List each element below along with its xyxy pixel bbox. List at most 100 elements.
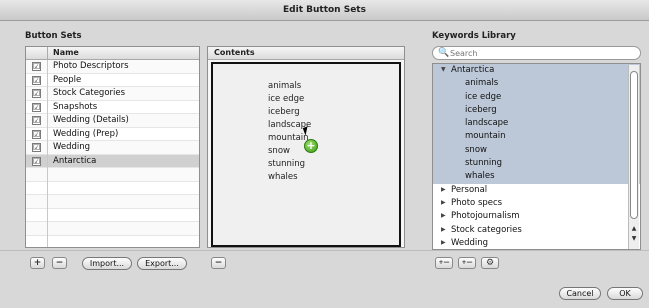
library-keyword[interactable]: whales (433, 170, 640, 184)
disclosure-closed-icon[interactable]: ▶ (441, 199, 446, 206)
add-child-keyword-button[interactable]: +— (458, 257, 476, 269)
remove-button-set-button[interactable]: − (52, 257, 67, 269)
enabled-checkbox[interactable]: ☑ (32, 75, 41, 85)
enabled-checkbox[interactable]: ☑ (32, 143, 41, 152)
enabled-checkbox[interactable]: ☑ (32, 102, 41, 112)
button-sets-heading: Button Sets (25, 31, 82, 41)
empty-row (26, 182, 199, 195)
enabled-checkbox[interactable]: ☑ (32, 116, 41, 125)
empty-row (26, 222, 199, 236)
enabled-checkbox[interactable]: ☑ (32, 89, 41, 98)
keyword-group[interactable]: ▶ Photo specs (433, 197, 640, 210)
keyword-label: Photojournalism (451, 211, 520, 222)
disclosure-open-icon[interactable]: ▼ (441, 66, 446, 73)
contents-keyword[interactable]: snow (268, 146, 290, 156)
library-keyword[interactable]: ice edge (433, 90, 640, 104)
contents-header: Contents (208, 47, 404, 60)
empty-row (26, 236, 199, 248)
library-keyword[interactable]: mountain (433, 130, 640, 144)
keyword-label: whales (465, 171, 495, 182)
button-set-row[interactable]: ☑ Stock Categories (26, 87, 199, 101)
button-set-row[interactable]: ☑ Snapshots (26, 101, 199, 114)
contents-drop-area[interactable]: animals ice edge iceberg landscape mountain s… (211, 62, 401, 247)
disclosure-closed-icon[interactable]: ▶ (441, 239, 446, 246)
library-keyword[interactable]: snow (433, 143, 640, 158)
contents-panel: Contents animals ice edge iceberg landscape… (207, 46, 405, 248)
empty-row (26, 195, 199, 209)
button-set-row[interactable]: ☑ Antarctica (26, 154, 199, 168)
add-sibling-keyword-button[interactable]: +— (435, 257, 453, 269)
name-column-header[interactable]: Name (53, 48, 79, 57)
keyword-label: Wedding (451, 237, 489, 248)
import-button[interactable]: Import... (82, 257, 132, 270)
ok-button[interactable]: OK (607, 287, 643, 300)
keyword-label: ice edge (465, 91, 502, 102)
button-sets-table: Name ☑ Photo Descriptors ☑ People ☑ Stock Cat… (25, 46, 200, 248)
enabled-checkbox[interactable]: ☑ (32, 156, 41, 166)
button-set-label: Wedding (Prep) (53, 128, 119, 139)
empty-row (26, 168, 199, 182)
keyword-label: iceberg (465, 104, 497, 115)
library-keyword[interactable]: landscape (433, 117, 640, 131)
button-set-row[interactable]: ☑ People (26, 74, 199, 87)
window-title: Edit Button Sets (0, 0, 649, 21)
enabled-checkbox[interactable]: ☑ (32, 129, 41, 139)
keyword-group[interactable]: ▶ Stock categories (433, 224, 640, 237)
contents-keyword[interactable]: mountain (268, 133, 309, 143)
keyword-label: landscape (465, 118, 509, 129)
keyword-label: Photo specs (451, 197, 503, 208)
button-set-row[interactable]: ☑ Wedding (26, 141, 199, 155)
disclosure-closed-icon[interactable]: ▶ (441, 226, 446, 233)
keyword-search-input[interactable] (450, 48, 630, 59)
cancel-button[interactable]: Cancel (559, 287, 601, 300)
button-set-label: Wedding (53, 142, 91, 152)
contents-keyword[interactable]: stunning (268, 159, 305, 169)
keyword-label: snow (465, 144, 487, 155)
button-set-row[interactable]: ☑ Wedding (Details) (26, 114, 199, 128)
button-set-label: Snapshots (53, 101, 98, 112)
scroll-down-icon[interactable]: ▼ (630, 235, 638, 242)
button-set-label: Photo Descriptors (53, 61, 129, 71)
add-button-set-button[interactable]: + (30, 257, 45, 269)
contents-keyword[interactable]: iceberg (268, 107, 300, 117)
button-set-row[interactable]: ☑ Photo Descriptors (26, 60, 199, 74)
remove-keyword-button[interactable]: − (211, 257, 226, 269)
keyword-label: Stock categories (451, 224, 522, 235)
library-keyword[interactable]: animals (433, 77, 640, 91)
keyword-group[interactable]: ▶ Personal (433, 184, 640, 197)
keyword-search-field[interactable]: 🔍 (432, 46, 641, 60)
keyword-label: animals (465, 78, 499, 89)
keyword-group-antarctica[interactable]: ▼ Antarctica (433, 64, 640, 78)
disclosure-closed-icon[interactable]: ▶ (441, 186, 446, 193)
button-set-label: People (53, 74, 82, 85)
disclosure-closed-icon[interactable]: ▶ (441, 212, 446, 219)
keyword-label: mountain (465, 131, 506, 142)
contents-keyword[interactable]: animals (268, 81, 301, 91)
keywords-tree: ▼ Antarctica animals ice edge iceberg landsca… (432, 63, 641, 250)
button-sets-header: Name (26, 47, 199, 60)
library-keyword[interactable]: iceberg (433, 103, 640, 118)
button-set-row[interactable]: ☑ Wedding (Prep) (26, 128, 199, 141)
export-button[interactable]: Export... (137, 257, 187, 270)
scrollbar-thumb[interactable] (630, 71, 638, 219)
keyword-label: Personal (451, 184, 488, 195)
keyword-label: Antarctica (451, 65, 495, 75)
button-set-label: Antarctica (53, 155, 97, 166)
drag-add-badge-icon: + (304, 139, 318, 153)
button-set-label: Wedding (Details) (53, 115, 129, 125)
keyword-group[interactable]: ▶ Wedding (433, 237, 640, 249)
keywords-library-heading: Keywords Library (432, 31, 516, 41)
contents-keyword[interactable]: ice edge (268, 94, 304, 104)
search-icon: 🔍 (438, 48, 450, 58)
gear-icon[interactable]: ⚙ (481, 257, 499, 269)
library-keyword[interactable]: stunning (433, 157, 640, 171)
keyword-label: stunning (465, 158, 503, 169)
scroll-up-icon[interactable]: ▲ (630, 225, 638, 232)
enabled-checkbox[interactable]: ☑ (32, 62, 41, 71)
contents-keyword[interactable]: whales (268, 172, 298, 182)
keyword-group[interactable]: ▶ Photojournalism (433, 210, 640, 223)
button-set-label: Stock Categories (53, 88, 126, 98)
empty-row (26, 209, 199, 222)
contents-column-header: Contents (214, 48, 255, 57)
keywords-scrollbar[interactable]: ▲ ▼ (628, 65, 639, 249)
